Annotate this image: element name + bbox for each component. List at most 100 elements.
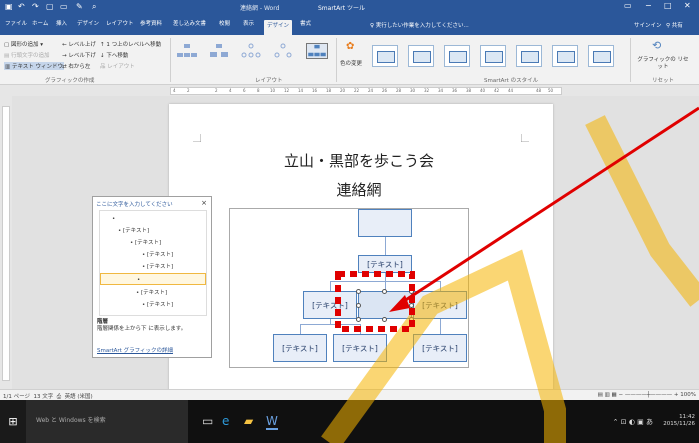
list-item[interactable]: • [テキスト]: [130, 237, 161, 249]
layout-hierarchy-4[interactable]: [272, 43, 294, 59]
word-taskbar-icon[interactable]: W: [266, 414, 278, 430]
open-icon[interactable]: ▭: [60, 2, 68, 12]
smartart-node-level3-right[interactable]: [テキスト]: [413, 291, 467, 319]
task-view-icon[interactable]: ▭: [202, 414, 213, 428]
horizontal-ruler[interactable]: 4 2 2 4 6 8 10 12 14 16 18 20 22 24 26 2…: [0, 86, 699, 96]
tab-home[interactable]: ホーム: [29, 18, 51, 31]
zoom-in-icon[interactable]: +: [674, 392, 679, 398]
tab-design[interactable]: デザイン: [74, 18, 102, 31]
list-item[interactable]: • [テキスト]: [142, 299, 173, 311]
new-doc-icon[interactable]: ▢: [46, 2, 54, 12]
layout-hierarchy-2[interactable]: [208, 43, 230, 59]
document-subtitle-line[interactable]: 連絡網: [269, 179, 449, 200]
list-item[interactable]: • [テキスト]: [142, 249, 173, 261]
save-icon[interactable]: ▣: [5, 2, 13, 12]
demote-button[interactable]: → レベル下げ: [62, 51, 96, 59]
smartart-style-4[interactable]: [480, 45, 506, 67]
list-item[interactable]: • [テキスト]: [136, 287, 167, 299]
text-pane-button[interactable]: ▥ テキスト ウィンドウ: [4, 62, 65, 70]
layout-org-button[interactable]: 品 レイアウト: [100, 62, 135, 70]
change-colors-icon[interactable]: ✿: [346, 41, 354, 52]
share-button[interactable]: ⚲ 共有: [666, 21, 683, 29]
tab-view[interactable]: 表示: [240, 18, 257, 31]
smartart-frame[interactable]: [テキスト] [テキスト] [テキスト] [テキスト] [テキスト] [テキスト…: [229, 208, 469, 368]
file-explorer-icon[interactable]: ▰: [244, 414, 253, 428]
zoom-level[interactable]: 100%: [680, 392, 696, 398]
smartart-style-1[interactable]: [372, 45, 398, 67]
smartart-node-root[interactable]: [358, 209, 412, 237]
zoom-out-icon[interactable]: −: [618, 392, 623, 398]
edge-browser-icon[interactable]: e: [222, 414, 229, 428]
taskbar-clock[interactable]: 11:42 2015/11/26: [663, 414, 695, 428]
list-item-selected[interactable]: •: [100, 273, 206, 285]
resize-handle[interactable]: [356, 317, 361, 322]
tab-mailings[interactable]: 差し込み文書: [170, 18, 209, 31]
maximize-button[interactable]: □: [664, 1, 672, 10]
system-tray-icons[interactable]: ⌃ ⊡ ◐ ▣ あ: [613, 417, 653, 427]
document-title-line[interactable]: 立山・黒部を歩こう会: [269, 150, 449, 171]
add-bullet-button[interactable]: ▤ 行頭文字の追加: [4, 51, 49, 59]
zoom-slider[interactable]: ————┼————: [625, 392, 672, 398]
resize-handle[interactable]: [409, 317, 414, 322]
resize-handle[interactable]: [409, 303, 414, 308]
redo-icon[interactable]: ↷: [32, 2, 39, 12]
smartart-style-5[interactable]: [516, 45, 542, 67]
list-item[interactable]: • [テキスト]: [142, 261, 173, 273]
smartart-node-level4-c[interactable]: [テキスト]: [413, 334, 467, 362]
minimize-button[interactable]: −: [645, 1, 652, 10]
smartart-text-pane[interactable]: ここに文字を入力してください × • • [テキスト] • [テキスト] • […: [92, 196, 212, 358]
list-item[interactable]: •: [112, 213, 115, 225]
smartart-node-selected[interactable]: [358, 291, 412, 319]
tab-layout[interactable]: レイアウト: [103, 18, 137, 31]
tab-file[interactable]: ファイル: [2, 18, 30, 31]
tell-me-search[interactable]: ♀ 実行したい作業を入力してください...: [370, 21, 469, 29]
text-pane-list[interactable]: • • [テキスト] • [テキスト] • [テキスト] • [テキスト] • …: [99, 210, 207, 316]
ruler-tick: 2: [215, 88, 218, 93]
tab-review[interactable]: 校閲: [216, 18, 233, 31]
tab-insert[interactable]: 挿入: [53, 18, 70, 31]
layout-hierarchy-3[interactable]: [240, 43, 262, 59]
smartart-node-level4-a[interactable]: [テキスト]: [273, 334, 327, 362]
layout-hierarchy-1[interactable]: [176, 43, 198, 59]
vertical-ruler[interactable]: [0, 96, 12, 389]
list-item[interactable]: • [テキスト]: [118, 225, 149, 237]
smartart-help-link[interactable]: SmartArt グラフィックの詳細: [97, 346, 173, 354]
brush-icon[interactable]: ✎: [76, 2, 83, 12]
layout-hierarchy-selected[interactable]: [306, 43, 328, 59]
preview-icon[interactable]: ⌕: [92, 2, 96, 12]
promote-button[interactable]: ← レベル上げ: [62, 40, 96, 48]
add-shape-button[interactable]: ▢ 図形の追加 ▾: [4, 40, 43, 48]
resize-handle[interactable]: [356, 303, 361, 308]
smartart-node-level3-left[interactable]: [テキスト]: [303, 291, 357, 319]
undo-icon[interactable]: ↶: [18, 2, 25, 12]
smartart-style-3[interactable]: [444, 45, 470, 67]
taskbar-search[interactable]: Web と Windows を検索: [26, 400, 188, 443]
web-layout-icon[interactable]: ▦: [612, 392, 617, 398]
move-down-button[interactable]: ↓ 下へ移動: [100, 51, 128, 59]
resize-handle[interactable]: [382, 317, 387, 322]
reset-graphic-button[interactable]: グラフィックの リセット: [636, 57, 690, 71]
move-up-button[interactable]: ↑ 1 つ上のレベルへ移動: [100, 40, 161, 48]
tab-smartart-design[interactable]: デザイン: [264, 20, 293, 35]
read-mode-icon[interactable]: ▤: [598, 392, 603, 398]
change-colors-button[interactable]: 色の変更: [340, 59, 362, 67]
signin-link[interactable]: サインイン: [634, 21, 662, 29]
resize-handle[interactable]: [382, 289, 387, 294]
smartart-style-6[interactable]: [552, 45, 578, 67]
close-icon[interactable]: ×: [201, 199, 207, 207]
smartart-style-2[interactable]: [408, 45, 434, 67]
smartart-node-level4-b[interactable]: [テキスト]: [333, 334, 387, 362]
document-page[interactable]: 立山・黒部を歩こう会 連絡網 [テキスト] [テキスト] [テキスト] [テキス…: [169, 104, 553, 389]
reset-graphic-icon[interactable]: ⟲: [652, 39, 661, 52]
smartart-node-level2[interactable]: [テキスト]: [358, 255, 412, 273]
tab-references[interactable]: 参考資料: [137, 18, 165, 31]
smartart-style-7[interactable]: [588, 45, 614, 67]
close-button[interactable]: ✕: [684, 1, 691, 10]
rtl-button[interactable]: ⇄ 右から左: [62, 62, 90, 70]
windows-start-icon[interactable]: ⊞: [0, 400, 26, 443]
tab-format[interactable]: 書式: [297, 18, 314, 31]
resize-handle[interactable]: [409, 289, 414, 294]
print-layout-icon[interactable]: ▥: [605, 392, 610, 398]
ribbon-display-icon[interactable]: ▭: [624, 1, 632, 10]
resize-handle[interactable]: [356, 289, 361, 294]
